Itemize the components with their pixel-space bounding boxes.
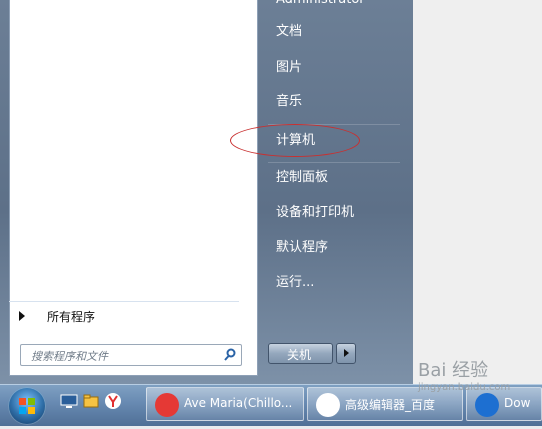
browser-icon (316, 393, 340, 417)
shutdown-label: 关机 (287, 348, 312, 362)
start-button[interactable] (8, 387, 46, 425)
highlight-ellipse (230, 124, 360, 157)
menu-item-devices-printers[interactable]: 设备和打印机 (276, 203, 354, 223)
separator (268, 162, 400, 163)
search-input[interactable]: 搜索程序和文件 (20, 344, 242, 366)
browser-icon[interactable] (104, 392, 122, 410)
netease-music-icon (155, 393, 179, 417)
shutdown-button[interactable]: 关机 (268, 343, 333, 364)
watermark-url: jingyan.baidu.com (418, 382, 511, 393)
show-desktop-icon[interactable] (60, 392, 78, 410)
shutdown-options-button[interactable] (336, 343, 356, 364)
search-icon[interactable] (223, 348, 237, 362)
menu-item-administrator[interactable]: Administrator (276, 0, 365, 10)
taskbar-item-label: Ave Maria(Chillo... (184, 396, 293, 410)
desktop-area (413, 0, 542, 384)
watermark: Bai 经验 jingyan.baidu.com (418, 356, 530, 404)
all-programs-row[interactable]: 所有程序 (9, 301, 239, 330)
triangle-right-icon (344, 349, 349, 357)
all-programs-label: 所有程序 (47, 310, 96, 324)
menu-item-pictures[interactable]: 图片 (276, 58, 302, 78)
taskbar-item[interactable]: Ave Maria(Chillo... (146, 387, 304, 421)
triangle-right-icon (19, 311, 25, 321)
watermark-text: Bai 经验 (418, 360, 489, 381)
explorer-icon[interactable] (82, 392, 100, 410)
search-placeholder: 搜索程序和文件 (31, 350, 108, 363)
menu-item-default-programs[interactable]: 默认程序 (276, 238, 328, 258)
menu-item-run[interactable]: 运行... (276, 273, 314, 293)
menu-item-music[interactable]: 音乐 (276, 92, 302, 112)
windows-logo-icon (19, 398, 35, 414)
menu-item-documents[interactable]: 文档 (276, 22, 302, 42)
menu-item-control-panel[interactable]: 控制面板 (276, 168, 328, 188)
